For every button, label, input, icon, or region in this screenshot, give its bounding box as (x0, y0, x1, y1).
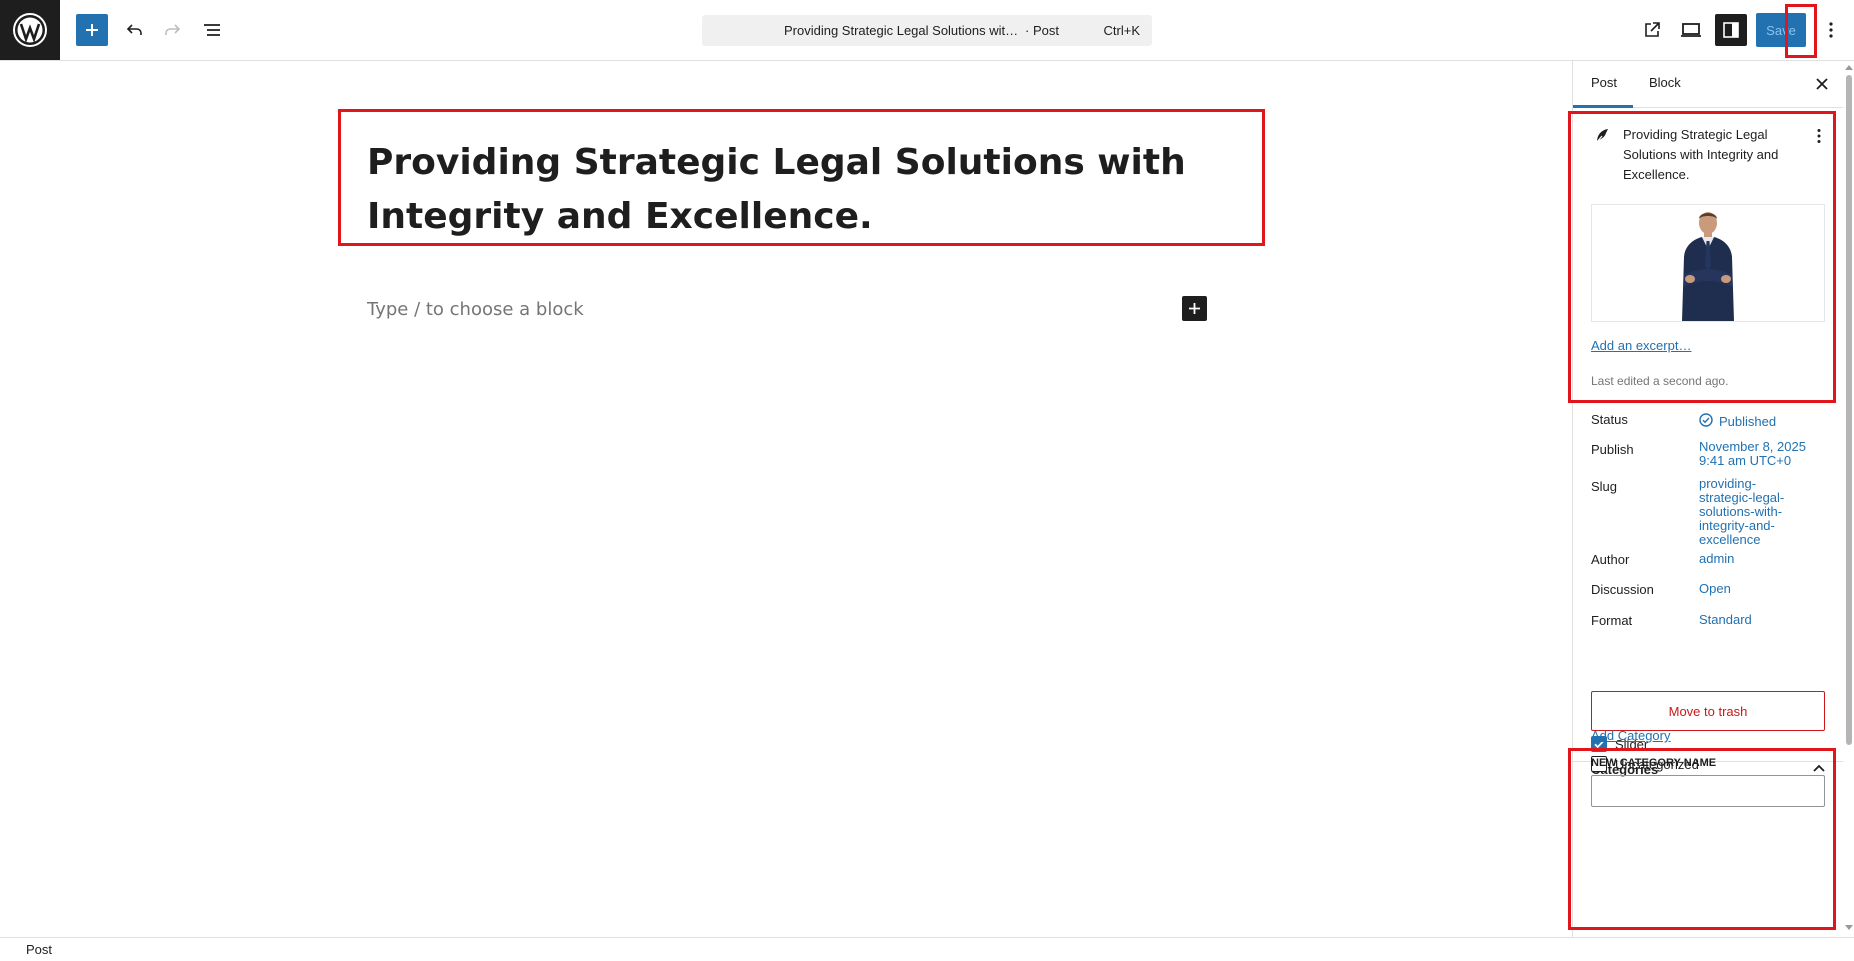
settings-sidebar-toggle-icon[interactable] (1715, 14, 1747, 46)
format-value[interactable]: Standard (1699, 613, 1752, 627)
document-overview-icon[interactable] (196, 14, 228, 46)
post-actions-icon[interactable] (1809, 125, 1829, 147)
tab-post[interactable]: Post (1591, 75, 1617, 90)
scroll-thumb[interactable] (1846, 75, 1852, 745)
last-edited-text: Last edited a second ago. (1591, 374, 1729, 388)
wordpress-logo-icon[interactable] (0, 0, 60, 60)
block-inserter-button[interactable] (76, 14, 108, 46)
published-check-icon (1699, 413, 1713, 430)
save-button[interactable]: Save (1756, 13, 1806, 47)
block-breadcrumb-footer: Post (0, 937, 1854, 961)
slug-value[interactable]: providing-strategic-legal-solutions-with… (1699, 477, 1799, 547)
publish-time: 9:41 am UTC+0 (1699, 453, 1792, 468)
publish-date-value[interactable]: November 8, 2025 9:41 am UTC+0 (1699, 440, 1806, 468)
tab-block[interactable]: Block (1649, 75, 1681, 90)
undo-icon[interactable] (119, 14, 151, 46)
author-label: Author (1591, 552, 1630, 567)
editor-canvas: Providing Strategic Legal Solutions with… (0, 61, 1572, 937)
featured-image[interactable] (1591, 204, 1825, 322)
publish-date: November 8, 2025 (1699, 439, 1806, 454)
slug-label: Slug (1591, 479, 1618, 494)
add-excerpt-link[interactable]: Add an excerpt… (1591, 338, 1691, 353)
post-title[interactable]: Providing Strategic Legal Solutions with… (367, 136, 1217, 244)
status-label: Status (1591, 412, 1628, 427)
close-icon[interactable] (1809, 71, 1835, 97)
new-category-label: NEW CATEGORY NAME (1591, 757, 1717, 769)
breadcrumb[interactable]: Post (26, 942, 52, 957)
status-text: Published (1719, 414, 1777, 429)
scroll-down-arrow-icon[interactable] (1845, 925, 1853, 930)
block-placeholder[interactable]: Type / to choose a block (367, 299, 584, 320)
post-feather-icon (1593, 127, 1611, 145)
view-post-icon[interactable] (1636, 14, 1668, 46)
author-value[interactable]: admin (1699, 552, 1734, 566)
new-category-input[interactable] (1591, 775, 1825, 807)
document-title: Providing Strategic Legal Solutions wit… (784, 23, 1019, 38)
keyboard-shortcut: Ctrl+K (1103, 23, 1140, 38)
add-category-link[interactable]: Add Category (1591, 728, 1671, 743)
active-tab-indicator (1573, 105, 1633, 108)
format-label: Format (1591, 613, 1633, 628)
discussion-value[interactable]: Open (1699, 582, 1731, 596)
add-block-icon[interactable] (1182, 296, 1207, 321)
settings-sidebar: Post Block Providing Strategic Legal Sol… (1572, 61, 1854, 937)
status-value[interactable]: Published (1699, 413, 1776, 430)
post-card-title: Providing Strategic Legal Solutions with… (1623, 127, 1779, 182)
preview-device-icon[interactable] (1675, 14, 1707, 46)
more-options-icon[interactable] (1815, 14, 1847, 46)
discussion-label: Discussion (1591, 582, 1654, 597)
document-type: · Post (1025, 23, 1059, 38)
redo-icon[interactable] (156, 14, 188, 46)
move-to-trash-button[interactable]: Move to trash (1591, 691, 1825, 731)
sidebar-scrollbar[interactable] (1843, 61, 1854, 937)
sidebar-tabs: Post Block (1573, 61, 1843, 108)
scroll-up-arrow-icon[interactable] (1845, 65, 1853, 70)
publish-label: Publish (1591, 442, 1634, 457)
command-palette-bar[interactable]: Providing Strategic Legal Solutions wit…… (702, 15, 1152, 46)
editor-top-bar: Providing Strategic Legal Solutions wit…… (0, 0, 1854, 61)
